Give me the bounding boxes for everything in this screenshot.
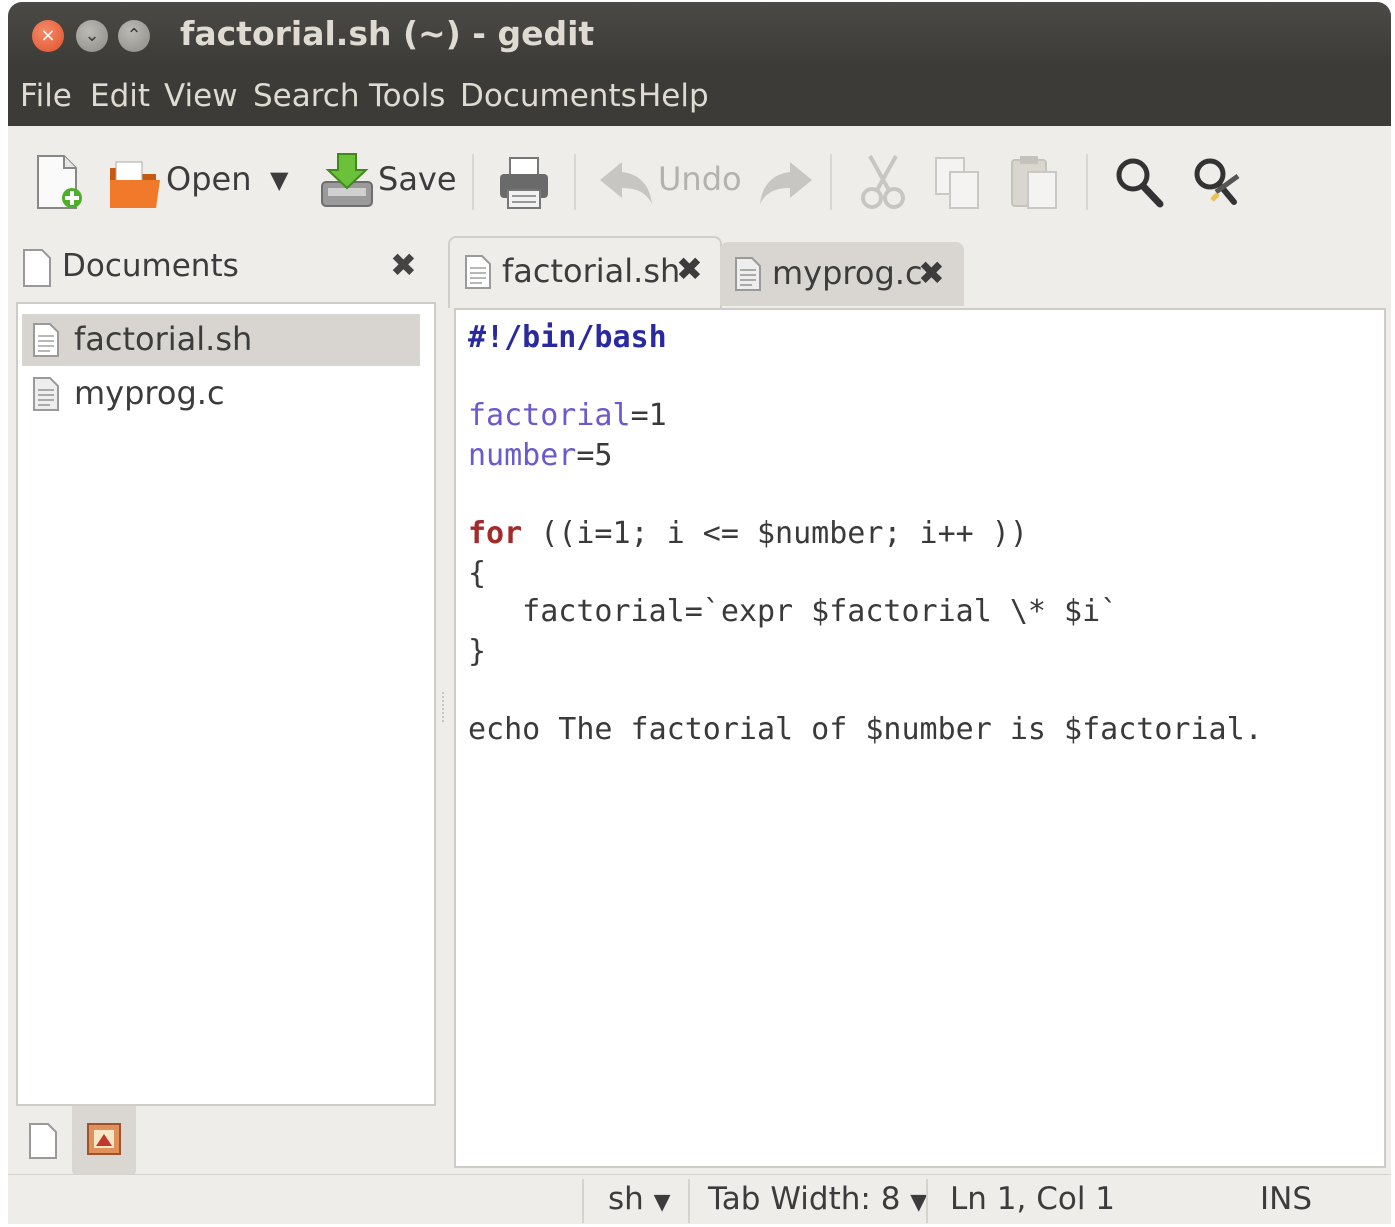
chevron-down-icon: ▼ bbox=[653, 1190, 671, 1215]
insert-mode: INS bbox=[1260, 1181, 1313, 1217]
code-variable: factorial bbox=[468, 398, 631, 433]
document-item-myprog[interactable]: myprog.c bbox=[22, 368, 420, 420]
file-browser-panel-tab[interactable] bbox=[72, 1106, 136, 1176]
code-variable: number bbox=[468, 438, 577, 473]
redo-arrow-icon bbox=[760, 162, 812, 204]
text-file-icon bbox=[33, 323, 59, 357]
scissors-icon bbox=[861, 155, 905, 209]
code-line-open-brace: { bbox=[468, 556, 487, 591]
copy-button[interactable] bbox=[934, 156, 982, 214]
menu-documents[interactable]: Documents bbox=[460, 78, 637, 114]
code-line-close-brace: } bbox=[468, 634, 487, 669]
save-button[interactable] bbox=[320, 152, 374, 214]
code-keyword: for bbox=[468, 516, 523, 551]
minimize-window-button[interactable]: ⌄ bbox=[76, 20, 108, 52]
open-button[interactable] bbox=[108, 156, 162, 214]
open-recent-dropdown[interactable]: ▼ bbox=[270, 166, 288, 194]
find-replace-button[interactable] bbox=[1192, 156, 1244, 214]
document-item-label: factorial.sh bbox=[74, 320, 253, 358]
paste-clipboard-icon bbox=[1011, 156, 1057, 209]
window-title: factorial.sh (~) - gedit bbox=[180, 14, 595, 53]
undo-button[interactable] bbox=[598, 160, 654, 210]
documents-list: factorial.sh myprog.c bbox=[16, 302, 436, 1106]
cut-button[interactable] bbox=[860, 154, 906, 214]
close-window-button[interactable]: × bbox=[32, 20, 64, 52]
c-file-icon bbox=[735, 257, 761, 291]
menu-tools[interactable]: Tools bbox=[369, 78, 445, 114]
pane-resize-handle[interactable] bbox=[442, 692, 450, 722]
document-item-label: myprog.c bbox=[74, 374, 225, 412]
code-line-echo: echo The factorial of $number is $factor… bbox=[468, 712, 1263, 747]
side-panel-header: Documents ✖ bbox=[8, 236, 438, 298]
menu-edit[interactable]: Edit bbox=[90, 78, 150, 114]
toolbar: Open ▼ Save Undo bbox=[8, 126, 1391, 236]
search-icon bbox=[1116, 158, 1164, 208]
gedit-window: × ⌄ ⌃ factorial.sh (~) - gedit File Edit… bbox=[8, 2, 1391, 1224]
code-line-factorial: factorial=1 bbox=[468, 398, 667, 433]
status-separator bbox=[688, 1179, 690, 1223]
redo-button[interactable] bbox=[758, 160, 814, 210]
save-label[interactable]: Save bbox=[378, 160, 457, 198]
documents-icon bbox=[22, 248, 52, 292]
undo-arrow-icon bbox=[600, 162, 652, 204]
tab-close-icon[interactable]: ✖ bbox=[676, 250, 703, 288]
file-browser-icon bbox=[87, 1123, 121, 1155]
toolbar-separator bbox=[472, 154, 474, 210]
c-file-icon bbox=[33, 377, 59, 411]
undo-label[interactable]: Undo bbox=[658, 160, 742, 198]
cursor-position: Ln 1, Col 1 bbox=[950, 1181, 1116, 1217]
code-line-expr: factorial=`expr $factorial \* $i` bbox=[468, 594, 1119, 629]
chevron-down-icon: ▼ bbox=[910, 1190, 928, 1215]
copy-icon bbox=[935, 157, 979, 209]
find-button[interactable] bbox=[1114, 156, 1164, 212]
open-label[interactable]: Open bbox=[166, 160, 251, 198]
menu-bar: File Edit View Search Tools Documents He… bbox=[8, 66, 1391, 126]
menu-file[interactable]: File bbox=[20, 78, 72, 114]
code-text: =1 bbox=[630, 398, 667, 433]
new-document-icon bbox=[37, 155, 82, 209]
tab-width-selector[interactable]: Tab Width: 8 ▼ bbox=[708, 1181, 927, 1217]
tab-label: factorial.sh bbox=[502, 252, 681, 290]
title-bar: × ⌄ ⌃ factorial.sh (~) - gedit bbox=[8, 2, 1391, 66]
menu-help[interactable]: Help bbox=[638, 78, 709, 114]
status-separator bbox=[926, 1179, 928, 1223]
side-panel-close-icon[interactable]: ✖ bbox=[390, 246, 417, 284]
maximize-window-button[interactable]: ⌃ bbox=[118, 20, 150, 52]
side-panel-switcher bbox=[14, 1106, 434, 1176]
side-panel-title: Documents bbox=[62, 248, 239, 284]
toolbar-separator bbox=[830, 154, 832, 210]
tab-factorial[interactable]: factorial.sh ✖ bbox=[448, 236, 722, 308]
language-label: sh bbox=[608, 1181, 644, 1217]
menu-search[interactable]: Search bbox=[253, 78, 360, 114]
tab-close-icon[interactable]: ✖ bbox=[918, 254, 945, 292]
menu-view[interactable]: View bbox=[164, 78, 238, 114]
toolbar-separator bbox=[1086, 154, 1088, 210]
document-item-factorial[interactable]: factorial.sh bbox=[22, 314, 420, 366]
documents-panel-tab[interactable] bbox=[18, 1112, 68, 1168]
printer-icon bbox=[500, 157, 548, 209]
new-document-button[interactable] bbox=[34, 154, 84, 214]
status-separator bbox=[582, 1179, 584, 1223]
find-replace-icon bbox=[1194, 158, 1240, 205]
code-text: =5 bbox=[576, 438, 613, 473]
folder-open-icon bbox=[110, 161, 160, 208]
tab-width-label: Tab Width: 8 bbox=[708, 1181, 901, 1217]
status-bar: sh ▼ Tab Width: 8 ▼ Ln 1, Col 1 INS bbox=[8, 1174, 1391, 1224]
print-button[interactable] bbox=[498, 156, 550, 214]
document-icon bbox=[29, 1123, 57, 1159]
save-icon bbox=[321, 153, 373, 207]
language-selector[interactable]: sh ▼ bbox=[608, 1181, 671, 1217]
text-file-icon bbox=[465, 255, 491, 289]
code-line-number: number=5 bbox=[468, 438, 613, 473]
tab-myprog[interactable]: myprog.c ✖ bbox=[720, 242, 964, 306]
code-line-shebang: #!/bin/bash bbox=[468, 320, 667, 355]
tab-label: myprog.c bbox=[772, 254, 923, 292]
code-line-for: for ((i=1; i <= $number; i++ )) bbox=[468, 516, 1028, 551]
paste-button[interactable] bbox=[1010, 154, 1060, 214]
code-text: ((i=1; i <= $number; i++ )) bbox=[522, 516, 1028, 551]
toolbar-separator bbox=[574, 154, 576, 210]
text-editor[interactable]: #!/bin/bash factorial=1 number=5 for ((i… bbox=[454, 308, 1386, 1168]
